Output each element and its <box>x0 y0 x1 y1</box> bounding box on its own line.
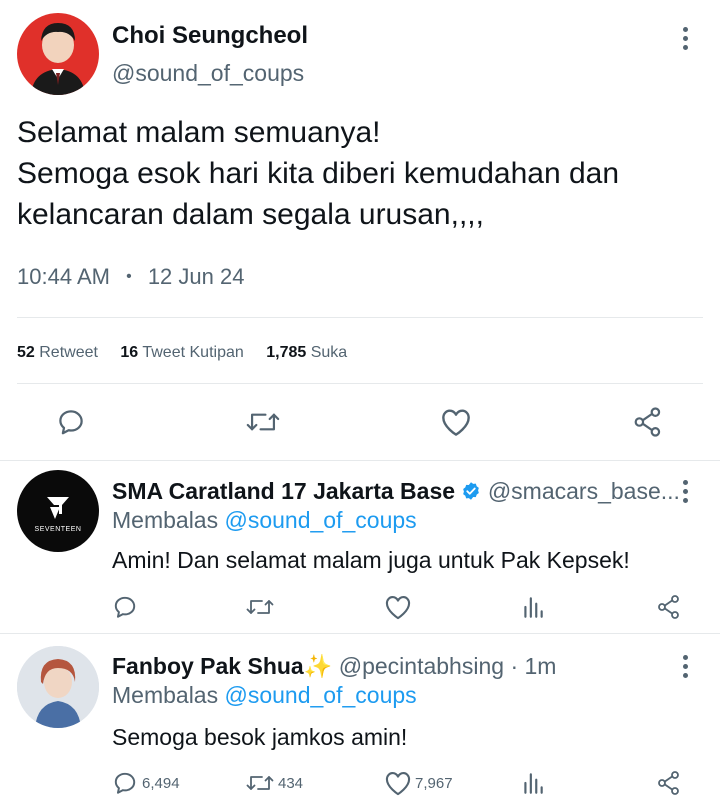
timestamp-separator: • <box>126 268 132 285</box>
analytics-icon[interactable] <box>520 594 546 620</box>
divider <box>0 460 720 461</box>
reply-author-name[interactable]: SMA Caratland 17 Jakarta Base <box>112 478 455 504</box>
replying-to: Membalas @sound_of_coups <box>112 507 417 534</box>
main-tweet-author-name[interactable]: Choi Seungcheol <box>112 22 308 50</box>
replying-to-link[interactable]: @sound_of_coups <box>225 682 417 708</box>
reply-icon[interactable] <box>112 594 138 620</box>
divider <box>17 383 703 384</box>
retweet-count: 52 <box>17 344 35 361</box>
main-tweet-text-line: Semoga esok hari kita diberi kemudahan d… <box>17 157 620 190</box>
quote-label: Tweet Kutipan <box>142 344 244 361</box>
like-icon[interactable] <box>384 594 412 620</box>
divider <box>0 633 720 634</box>
like-stat[interactable]: 1,785 Suka <box>266 344 347 361</box>
sparkles-emoji: ✨ <box>303 653 333 679</box>
main-tweet-time: 10:44 AM <box>17 264 110 289</box>
reply-time: · 1m <box>510 653 557 679</box>
replying-prefix: Membalas <box>112 507 219 533</box>
replying-to-link[interactable]: @sound_of_coups <box>225 507 417 533</box>
retweet-count: 434 <box>278 775 304 792</box>
share-icon[interactable] <box>633 406 663 438</box>
retweet-icon[interactable] <box>245 595 275 619</box>
replying-prefix: Membalas <box>112 682 219 708</box>
retweet-stat[interactable]: 52 Retweet <box>17 344 102 361</box>
retweet-icon[interactable] <box>246 407 280 437</box>
like-count: 1,785 <box>266 344 307 361</box>
like-count: 7,967 <box>415 775 453 792</box>
reply-count: 6,494 <box>142 775 180 792</box>
reply-header: Fanboy Pak Shua✨ @pecintabhsing · 1m <box>112 653 556 680</box>
retweet-label: Retweet <box>39 344 98 361</box>
reply-avatar-label: SEVENTEEN <box>34 526 82 533</box>
replying-to: Membalas @sound_of_coups <box>112 682 417 709</box>
reply-text: Semoga besok jamkos amin! <box>112 724 408 750</box>
reply-handle[interactable]: @smacars_base... <box>488 478 680 504</box>
like-label: Suka <box>310 344 348 361</box>
quote-count: 16 <box>120 344 139 361</box>
main-tweet-text-line: kelancaran dalam segala urusan,,,, <box>17 198 484 231</box>
like-icon[interactable] <box>384 770 412 796</box>
reply-text: Amin! Dan selamat malam juga untuk Pak K… <box>112 547 630 573</box>
verified-badge-icon <box>461 480 481 507</box>
main-tweet-date: 12 Jun 24 <box>147 264 245 289</box>
reply-icon[interactable] <box>112 770 138 796</box>
reply-more-icon[interactable] <box>682 655 688 678</box>
main-tweet-stats: 52 Retweet 16 Tweet Kutipan 1,785 Suka <box>17 344 347 362</box>
share-icon[interactable] <box>657 770 681 796</box>
like-icon[interactable] <box>440 407 472 437</box>
reply-header: SMA Caratland 17 Jakarta Base @smacars_b… <box>112 478 680 507</box>
reply-icon[interactable] <box>56 407 86 437</box>
reply-avatar[interactable]: SEVENTEEN <box>17 470 99 552</box>
main-tweet-avatar[interactable] <box>17 13 99 95</box>
main-tweet-handle[interactable]: @sound_of_coups <box>112 60 304 87</box>
main-tweet-text: Selamat malam semuanya! Semoga esok hari… <box>17 112 619 235</box>
reply-handle[interactable]: @pecintabhsing <box>339 653 504 679</box>
share-icon[interactable] <box>657 594 681 620</box>
quote-stat[interactable]: 16 Tweet Kutipan <box>120 344 248 361</box>
divider <box>17 317 703 318</box>
analytics-icon[interactable] <box>520 770 546 796</box>
main-tweet-timestamp: 10:44 AM • 12 Jun 24 <box>17 264 244 290</box>
reply-avatar[interactable] <box>17 646 99 728</box>
reply-author-name[interactable]: Fanboy Pak Shua <box>112 653 304 679</box>
reply-more-icon[interactable] <box>682 480 688 503</box>
main-tweet-more-icon[interactable] <box>682 27 688 50</box>
retweet-icon[interactable] <box>245 771 275 795</box>
main-tweet-text-line: Selamat malam semuanya! <box>17 116 381 149</box>
